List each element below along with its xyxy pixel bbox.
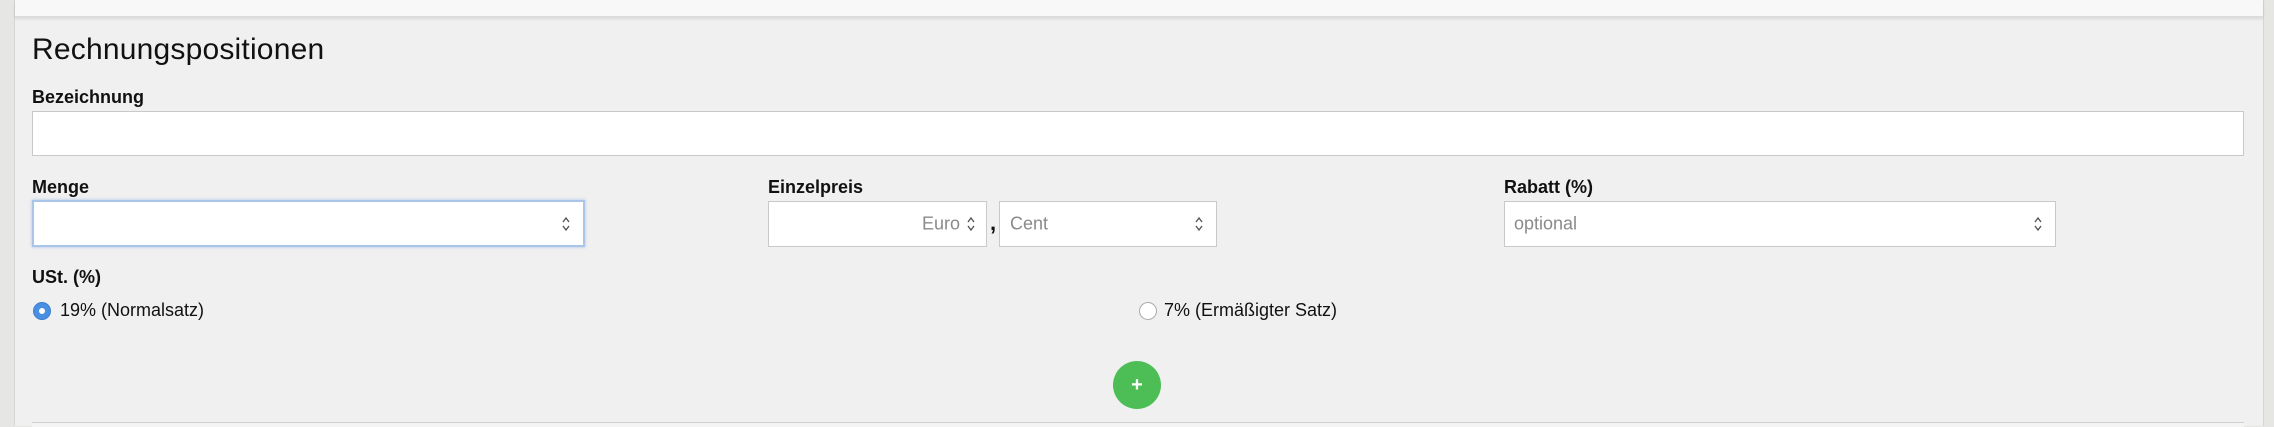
cent-placeholder: Cent	[1010, 213, 1049, 234]
menge-input[interactable]	[32, 200, 585, 247]
menge-label: Menge	[32, 177, 90, 197]
rabatt-input[interactable]: optional	[1504, 201, 2056, 247]
rabatt-placeholder: optional	[1514, 213, 1578, 234]
bezeichnung-input[interactable]	[32, 111, 2244, 156]
ust-19-radio[interactable]	[33, 302, 51, 320]
einzelpreis-label: Einzelpreis	[768, 177, 864, 197]
panel-top-strip	[15, 0, 2263, 17]
invoice-items-panel: Rechnungspositionen Bezeichnung Menge Ei…	[14, 0, 2264, 427]
cent-spinner-icon[interactable]	[1194, 215, 1204, 233]
euro-spinner-icon[interactable]	[966, 215, 976, 233]
price-separator: ,	[990, 210, 997, 235]
ust-7-radio[interactable]	[1139, 302, 1157, 320]
section-title: Rechnungspositionen	[32, 33, 325, 66]
einzelpreis-cent-input[interactable]: Cent	[999, 201, 1217, 247]
menge-spinner-icon[interactable]	[561, 215, 571, 233]
einzelpreis-euro-input[interactable]: Euro	[768, 201, 987, 247]
ust-7-label[interactable]: 7% (Ermäßigter Satz)	[1164, 300, 1337, 321]
ust-19-label[interactable]: 19% (Normalsatz)	[60, 300, 204, 321]
bezeichnung-label: Bezeichnung	[32, 87, 145, 107]
ust-label: USt. (%)	[32, 267, 101, 287]
next-section-edge	[32, 422, 2244, 427]
rabatt-label: Rabatt (%)	[1504, 177, 1593, 197]
euro-placeholder: Euro	[921, 213, 960, 234]
add-item-button[interactable]: +	[1113, 361, 1161, 409]
rabatt-spinner-icon[interactable]	[2033, 215, 2043, 233]
plus-icon: +	[1131, 373, 1143, 396]
